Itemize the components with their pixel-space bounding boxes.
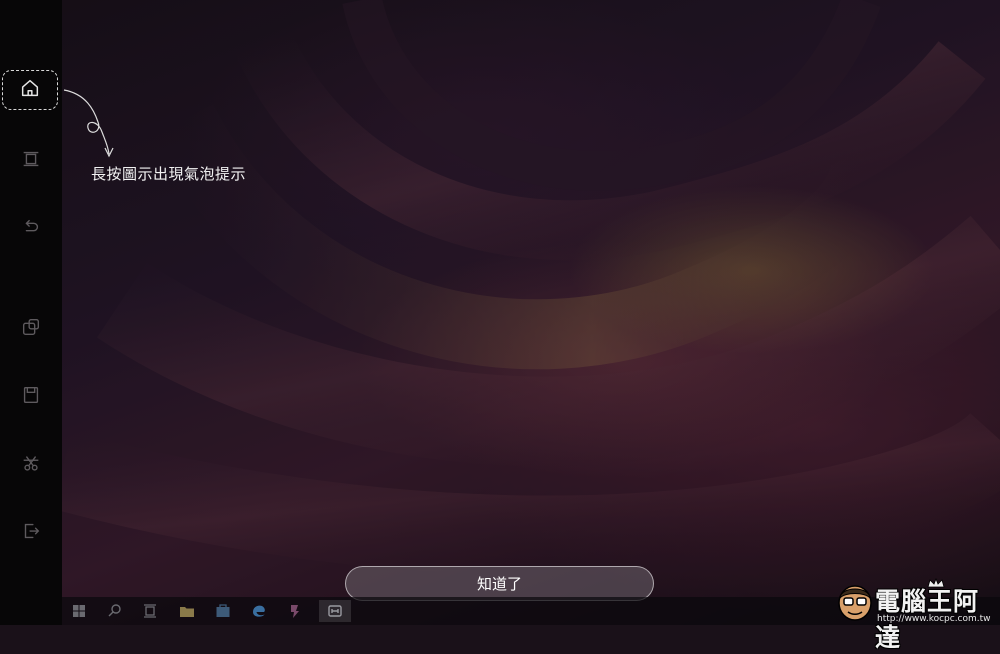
hint-text: 長按圖示出現氣泡提示 xyxy=(91,165,247,183)
save-button[interactable] xyxy=(16,382,46,412)
edge-icon[interactable] xyxy=(247,600,271,622)
got-it-button[interactable]: 知道了 xyxy=(345,566,654,601)
task-view-icon xyxy=(20,148,42,174)
screenshot-button[interactable] xyxy=(16,450,46,480)
exit-button[interactable] xyxy=(16,518,46,548)
watermark-url: http://www.kocpc.com.tw xyxy=(877,614,991,624)
home-button[interactable] xyxy=(2,70,58,110)
exit-icon xyxy=(20,520,42,546)
scissors-icon xyxy=(20,452,42,478)
hint-arrow-icon xyxy=(63,89,114,158)
mascot-logo-icon xyxy=(838,585,872,621)
watermark: 電腦王阿達 http://www.kocpc.com.tw xyxy=(833,578,1000,652)
floating-window-icon xyxy=(20,316,42,342)
file-explorer-icon[interactable] xyxy=(175,600,199,622)
app-icon[interactable] xyxy=(319,600,351,622)
back-icon xyxy=(20,216,42,242)
back-button[interactable] xyxy=(16,214,46,244)
save-icon xyxy=(20,384,42,410)
overlay-dim xyxy=(0,0,1000,625)
store-icon[interactable] xyxy=(211,600,235,622)
home-icon xyxy=(19,77,41,103)
task-view-icon[interactable] xyxy=(138,600,162,622)
windows-start-icon[interactable] xyxy=(67,600,91,622)
left-sidebar xyxy=(0,0,62,625)
task-view-button[interactable] xyxy=(16,146,46,176)
paint-app-icon[interactable] xyxy=(283,600,307,622)
search-icon[interactable] xyxy=(103,600,127,622)
floating-window-button[interactable] xyxy=(16,314,46,344)
